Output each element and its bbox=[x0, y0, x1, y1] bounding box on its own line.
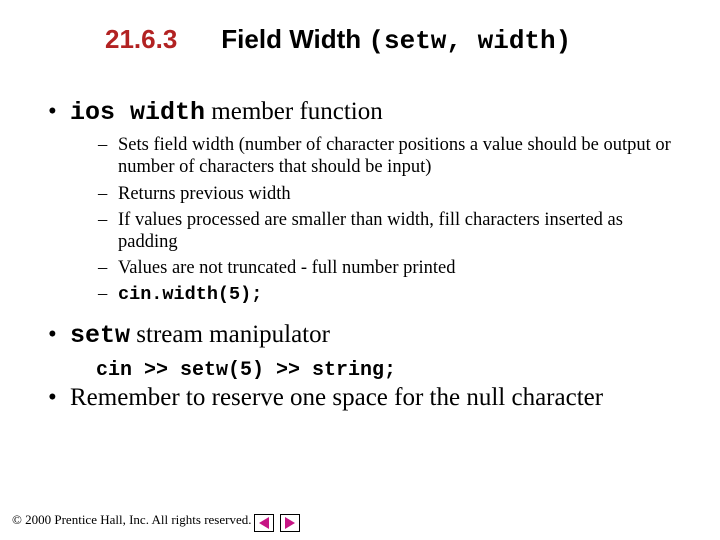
sub-bullet-item: Returns previous width bbox=[98, 183, 684, 209]
sub-bullet-item: cin.width(5); bbox=[98, 283, 684, 310]
bullet-item: ios width member function Sets field widt… bbox=[48, 96, 684, 319]
title-text-mono: (setw, width) bbox=[368, 26, 571, 56]
bullet-item: Remember to reserve one space for the nu… bbox=[48, 382, 684, 417]
nav-controls bbox=[254, 514, 300, 532]
text: If values processed are smaller than wid… bbox=[118, 210, 623, 252]
code-line: cin >> setw(5) >> string; bbox=[96, 359, 684, 382]
title-number: 21.6.3 bbox=[105, 24, 177, 54]
text: Returns previous width bbox=[118, 184, 291, 204]
bullet-list: ios width member function Sets field widt… bbox=[36, 96, 684, 417]
sub-bullet-item: If values processed are smaller than wid… bbox=[98, 209, 684, 257]
bullet-item: setw stream manipulator bbox=[48, 319, 684, 355]
triangle-right-icon bbox=[285, 517, 295, 529]
sub-bullet-list: Sets field width (number of character po… bbox=[70, 134, 684, 310]
text: Sets field width (number of character po… bbox=[118, 135, 671, 177]
copyright-footer: © 2000 Prentice Hall, Inc. All rights re… bbox=[12, 512, 708, 528]
triangle-left-icon bbox=[259, 517, 269, 529]
text: Remember to reserve one space for the nu… bbox=[70, 384, 603, 411]
code-text: cin.width(5); bbox=[118, 284, 262, 305]
text: stream manipulator bbox=[130, 321, 330, 348]
sub-bullet-item: Values are not truncated - full number p… bbox=[98, 257, 684, 283]
slide-title: 21.6.3 Field Width (setw, width) bbox=[0, 0, 720, 64]
title-text-plain: Field Width bbox=[221, 24, 361, 54]
text: Values are not truncated - full number p… bbox=[118, 258, 456, 278]
code-text: ios width bbox=[70, 98, 205, 127]
slide-body: ios width member function Sets field widt… bbox=[0, 64, 720, 417]
next-button[interactable] bbox=[280, 514, 300, 532]
sub-bullet-item: Sets field width (number of character po… bbox=[98, 134, 684, 182]
prev-button[interactable] bbox=[254, 514, 274, 532]
slide: 21.6.3 Field Width (setw, width) ios widt… bbox=[0, 0, 720, 540]
text: member function bbox=[205, 98, 383, 125]
code-text: setw bbox=[70, 321, 130, 350]
